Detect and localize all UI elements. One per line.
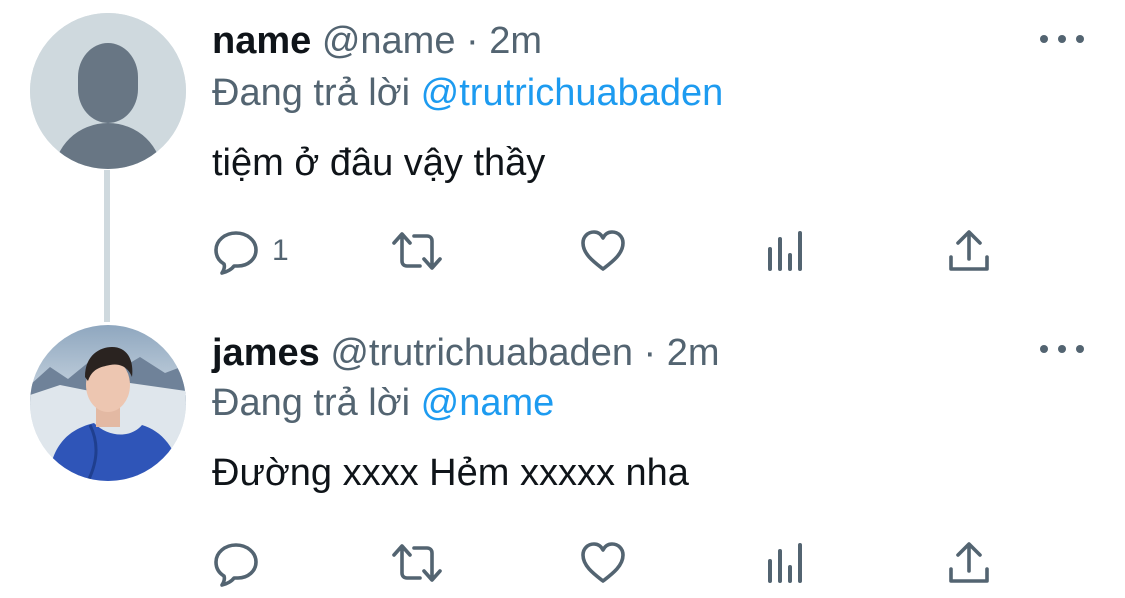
separator-dot: ·: [643, 332, 657, 374]
like-button[interactable]: [579, 538, 627, 588]
action-bar: 1: [212, 226, 1012, 276]
more-options-icon[interactable]: [1040, 334, 1084, 364]
separator-dot: ·: [466, 20, 479, 62]
heart-icon: [581, 230, 625, 271]
share-button[interactable]: [945, 226, 993, 276]
bar-chart-icon: [768, 543, 802, 583]
user-handle[interactable]: @trutrichuabaden: [330, 332, 633, 374]
heart-icon: [581, 542, 625, 583]
retweet-button[interactable]: [388, 226, 446, 276]
views-button[interactable]: [763, 538, 811, 588]
replying-to-line: Đang trả lời @trutrichuabaden: [212, 70, 723, 116]
replying-to-mention[interactable]: @name: [421, 382, 555, 424]
user-handle[interactable]: @name: [322, 20, 456, 62]
avatar[interactable]: [30, 13, 186, 169]
timestamp[interactable]: 2m: [667, 332, 720, 374]
user-photo-avatar: [30, 325, 186, 481]
retweet-button[interactable]: [388, 538, 446, 588]
replying-to-line: Đang trả lời @name: [212, 380, 554, 426]
retweet-arrows-icon: [392, 544, 442, 582]
share-upload-icon: [949, 542, 989, 583]
tweet-text: Đường xxxx Hẻm xxxxx nha: [212, 452, 689, 494]
replying-to-label: Đang trả lời: [212, 382, 411, 424]
tweet-text: tiệm ở đâu vậy thầy: [212, 142, 546, 184]
tweet-header: name @name · 2m: [212, 18, 542, 64]
replying-to-label: Đang trả lời: [212, 72, 411, 114]
speech-bubble-icon: [214, 231, 258, 275]
replying-to-mention[interactable]: @trutrichuabaden: [421, 72, 724, 114]
retweet-arrows-icon: [392, 232, 442, 270]
tweet-reply-2[interactable]: james @trutrichuabaden · 2m Đang trả lời…: [0, 310, 1125, 598]
share-upload-icon: [949, 230, 989, 271]
action-bar: [212, 538, 1012, 588]
like-button[interactable]: [579, 226, 627, 276]
tweet-reply-1[interactable]: name @name · 2m Đang trả lời @trutrichua…: [0, 0, 1125, 310]
display-name[interactable]: name: [212, 20, 311, 62]
speech-bubble-icon: [214, 543, 258, 587]
bar-chart-icon: [768, 231, 802, 271]
timestamp[interactable]: 2m: [489, 20, 542, 62]
views-button[interactable]: [763, 226, 811, 276]
reply-button[interactable]: 1: [212, 226, 289, 276]
share-button[interactable]: [945, 538, 993, 588]
reply-count: 1: [272, 234, 289, 267]
more-options-icon[interactable]: [1040, 24, 1084, 54]
avatar[interactable]: [30, 325, 186, 481]
reply-button[interactable]: [212, 538, 272, 588]
display-name[interactable]: james: [212, 332, 320, 374]
tweet-header: james @trutrichuabaden · 2m: [212, 330, 720, 376]
default-avatar-icon: [30, 13, 186, 169]
